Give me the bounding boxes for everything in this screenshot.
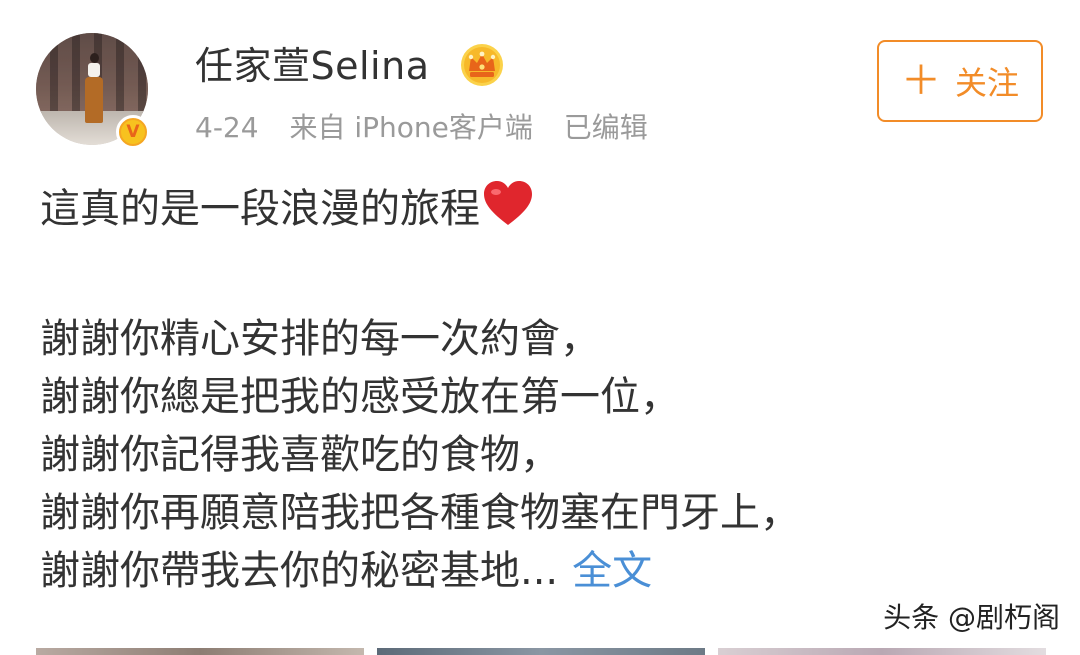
post-line: 謝謝你總是把我的感受放在第一位， [40, 374, 680, 420]
red-heart-icon [484, 181, 532, 225]
post-date: 4-24 [195, 111, 259, 144]
follow-label: 关注 [954, 64, 1019, 102]
avatar[interactable]: V [36, 33, 152, 149]
edited-label[interactable]: 已编辑 [564, 111, 648, 144]
full-text-link[interactable]: 全文 [572, 548, 652, 594]
verified-letter: V [121, 120, 145, 144]
crown-icon [461, 44, 503, 86]
username[interactable]: 任家萱Selina [195, 42, 430, 90]
post-source: 来自 iPhone客户端 [289, 111, 533, 144]
post-line: 謝謝你精心安排的每一次約會， [40, 316, 600, 362]
post-meta: 4-24 来自 iPhone客户端 已编辑 [195, 108, 648, 148]
plus-icon: ＋ [900, 58, 941, 104]
post-line-text: 這真的是一段浪漫的旅程 [40, 186, 480, 232]
v-verified-icon: V [116, 115, 150, 149]
watermark: 头条 @剧朽阁 [883, 601, 1060, 634]
follow-button[interactable]: ＋ 关注 [877, 40, 1043, 122]
post-line: 謝謝你帶我去你的秘密基地... 全文 [40, 542, 1050, 600]
post-text: 這真的是一段浪漫的旅程 謝謝你精心安排的每一次約會， 謝謝你總是把我的感受放在第… [40, 180, 1050, 600]
image-grid [36, 648, 1046, 655]
weibo-post: V 任家萱Selina 4-24 来自 iPhone客户端 已编辑 ＋ 关注 這… [0, 0, 1080, 655]
post-line: 謝謝你再願意陪我把各種食物塞在門牙上， [40, 490, 800, 536]
post-line: 這真的是一段浪漫的旅程 [40, 180, 1050, 238]
post-line: 謝謝你記得我喜歡吃的食物， [40, 432, 560, 478]
image-thumbnail[interactable] [718, 648, 1046, 655]
post-line-text: 謝謝你帶我去你的秘密基地... [40, 548, 559, 594]
image-thumbnail[interactable] [36, 648, 364, 655]
image-thumbnail[interactable] [377, 648, 705, 655]
